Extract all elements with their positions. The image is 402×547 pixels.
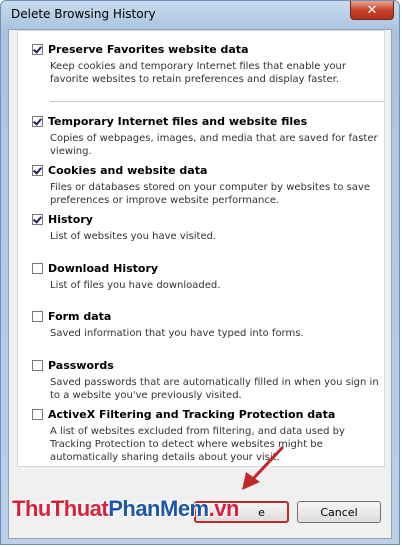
temporary-files-checkbox[interactable] xyxy=(32,116,43,127)
close-icon: ✕ xyxy=(366,2,378,18)
option-form-data: Form data Saved information that you hav… xyxy=(32,309,377,340)
delete-button-label: e xyxy=(258,505,265,519)
watermark-part3: .vn xyxy=(208,496,240,521)
option-label: Form data xyxy=(48,310,112,323)
delete-browsing-history-dialog: Delete Browsing History ✕ Preserve Favor… xyxy=(0,0,400,545)
passwords-checkbox[interactable] xyxy=(32,360,43,371)
option-description: Saved information that you have typed in… xyxy=(50,328,304,339)
title-bar[interactable]: Delete Browsing History ✕ xyxy=(1,1,399,29)
activex-tracking-checkbox[interactable] xyxy=(32,409,43,420)
option-temporary-internet-files: Temporary Internet files and website fil… xyxy=(32,114,378,158)
option-history: History List of websites you have visite… xyxy=(32,212,377,243)
cancel-button[interactable]: Cancel xyxy=(297,501,381,523)
option-description: Files or databases stored on your comput… xyxy=(50,182,371,206)
option-description: List of websites you have visited. xyxy=(50,231,217,242)
option-download-history: Download History List of files you have … xyxy=(32,261,377,292)
download-history-checkbox[interactable] xyxy=(32,263,43,274)
option-activex-tracking: ActiveX Filtering and Tracking Protectio… xyxy=(32,407,377,464)
options-panel: Preserve Favorites website data Keep coo… xyxy=(17,30,385,467)
separator xyxy=(50,101,385,103)
watermark-logo: ThuThuatPhanMem.vn xyxy=(12,496,239,522)
history-checkbox[interactable] xyxy=(32,214,43,225)
option-label: Passwords xyxy=(48,359,114,372)
option-label: Preserve Favorites website data xyxy=(48,43,249,56)
form-data-checkbox[interactable] xyxy=(32,311,43,322)
option-description: List of files you have downloaded. xyxy=(50,280,221,291)
watermark-part1: ThuThuat xyxy=(12,496,109,521)
cancel-button-label: Cancel xyxy=(320,505,358,519)
option-cookies: Cookies and website data Files or databa… xyxy=(32,163,377,207)
option-preserve-favorites: Preserve Favorites website data Keep coo… xyxy=(32,42,377,86)
option-label: History xyxy=(48,213,93,226)
option-description: Keep cookies and temporary Internet file… xyxy=(50,61,347,85)
option-description: A list of websites excluded from filteri… xyxy=(50,426,345,463)
cookies-checkbox[interactable] xyxy=(32,165,43,176)
option-label: Cookies and website data xyxy=(48,164,208,177)
annotation-arrow-icon xyxy=(242,446,284,490)
option-description: Copies of webpages, images, and media th… xyxy=(50,133,378,157)
preserve-favorites-checkbox[interactable] xyxy=(32,44,43,55)
dialog-client-area: Preserve Favorites website data Keep coo… xyxy=(8,29,392,539)
option-passwords: Passwords Saved passwords that are autom… xyxy=(32,358,379,402)
option-label: ActiveX Filtering and Tracking Protectio… xyxy=(48,408,336,421)
window-title: Delete Browsing History xyxy=(11,7,156,21)
option-label: Temporary Internet files and website fil… xyxy=(48,115,308,128)
watermark-part2: PhanMem xyxy=(108,496,209,521)
option-label: Download History xyxy=(48,262,159,275)
option-description: Saved passwords that are automatically f… xyxy=(50,377,379,401)
close-button[interactable]: ✕ xyxy=(350,1,394,20)
